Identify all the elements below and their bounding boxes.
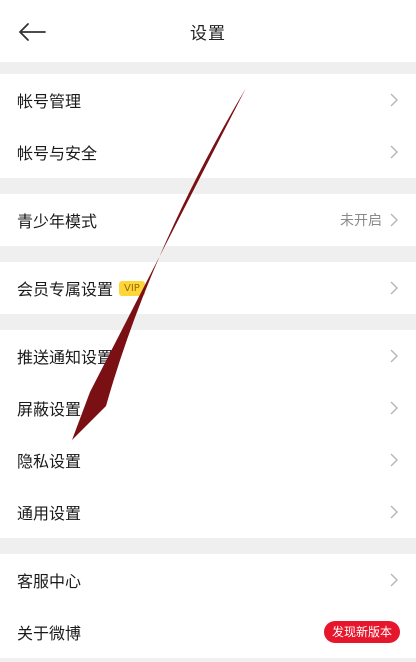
settings-item-customer-service[interactable]: 客服中心 <box>0 554 416 606</box>
section-gap <box>0 62 416 74</box>
settings-item-label: 青少年模式 <box>17 212 98 231</box>
section-gap <box>0 246 416 262</box>
settings-item-youth-mode[interactable]: 青少年模式 未开启 <box>0 194 416 246</box>
settings-item-label: 关于微博 <box>17 624 82 643</box>
new-version-badge: 发现新版本 <box>323 621 400 643</box>
section-gap <box>0 314 416 330</box>
settings-item-privacy-settings[interactable]: 隐私设置 <box>0 434 416 486</box>
chevron-right-icon <box>390 452 400 468</box>
back-arrow-icon <box>19 23 46 41</box>
settings-item-label: 客服中心 <box>17 572 82 591</box>
vip-badge: VIP <box>119 280 145 296</box>
settings-group-youth: 青少年模式 未开启 <box>0 194 416 246</box>
page-title: 设置 <box>190 23 226 44</box>
settings-group-vip: 会员专属设置 VIP <box>0 262 416 314</box>
chevron-right-icon <box>390 280 400 296</box>
chevron-right-icon <box>390 348 400 364</box>
chevron-right-icon <box>390 400 400 416</box>
settings-item-label: 隐私设置 <box>17 452 82 471</box>
section-gap <box>0 538 416 554</box>
settings-item-label: 帐号与安全 <box>17 144 98 163</box>
settings-item-vip-settings[interactable]: 会员专属设置 VIP <box>0 262 416 314</box>
settings-item-label: 屏蔽设置 <box>17 400 82 419</box>
settings-item-block-settings[interactable]: 屏蔽设置 <box>0 382 416 434</box>
chevron-right-icon <box>390 144 400 160</box>
settings-item-about[interactable]: 关于微博 发现新版本 <box>0 606 416 658</box>
section-gap <box>0 178 416 194</box>
chevron-right-icon <box>390 92 400 108</box>
settings-group-account: 帐号管理 帐号与安全 <box>0 74 416 178</box>
back-button[interactable] <box>16 18 48 46</box>
settings-item-account-security[interactable]: 帐号与安全 <box>0 126 416 178</box>
youth-mode-status: 未开启 <box>340 213 382 229</box>
settings-item-label: 会员专属设置 <box>17 280 114 299</box>
settings-item-label: 推送通知设置 <box>17 348 114 367</box>
settings-item-general-settings[interactable]: 通用设置 <box>0 486 416 538</box>
chevron-right-icon <box>390 572 400 588</box>
settings-group-help: 客服中心 关于微博 发现新版本 <box>0 554 416 658</box>
chevron-right-icon <box>390 212 400 228</box>
chevron-right-icon <box>390 504 400 520</box>
top-bar: 设置 <box>0 0 416 62</box>
settings-group-general: 推送通知设置 屏蔽设置 隐私设置 通用设置 <box>0 330 416 538</box>
settings-item-label: 通用设置 <box>17 504 82 523</box>
settings-item-label: 帐号管理 <box>17 92 82 111</box>
settings-item-push-notifications[interactable]: 推送通知设置 <box>0 330 416 382</box>
settings-item-account-management[interactable]: 帐号管理 <box>0 74 416 126</box>
